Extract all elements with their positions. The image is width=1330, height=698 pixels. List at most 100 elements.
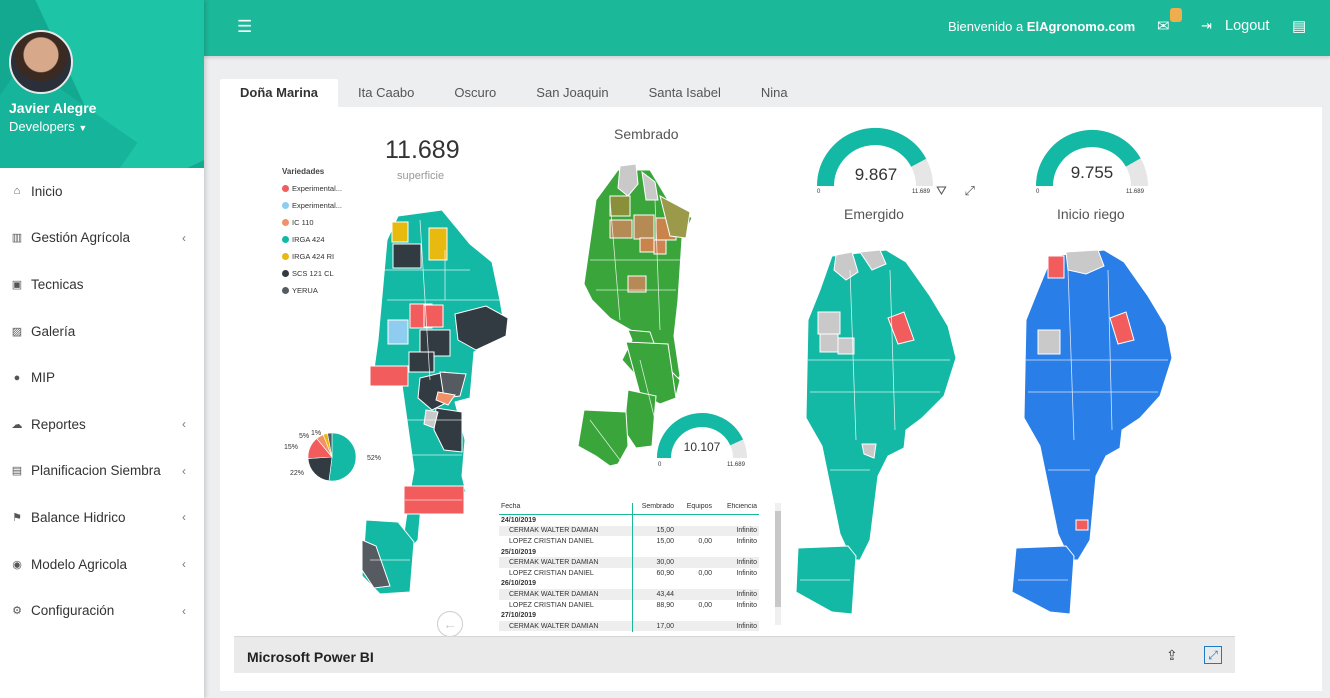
tab-ita-caabo[interactable]: Ita Caabo	[338, 79, 434, 108]
legend-item[interactable]: Experimental...	[282, 197, 342, 214]
tab-do-a-marina[interactable]: Doña Marina	[220, 79, 339, 108]
mail-badge	[1170, 8, 1182, 22]
legend-item[interactable]: IRGA 424	[282, 231, 342, 248]
legend-swatch	[282, 253, 289, 260]
flag-icon: ⚑	[12, 511, 22, 524]
sidebar-item-mip[interactable]: ● MIP	[0, 354, 204, 401]
sowing-table[interactable]: Fecha Sembrado Equipos Eficiencia 24/10/…	[499, 503, 759, 631]
sidebar-item-label: Galería	[31, 323, 76, 339]
legend-label: IC 110	[292, 218, 314, 227]
table-row[interactable]: CERMAK WALTER DAMIAN 30,00 Infinito	[499, 557, 759, 568]
superficie-label: superficie	[397, 170, 445, 182]
map-emergido[interactable]	[795, 249, 957, 615]
equipos-cell: 0,00	[698, 601, 712, 609]
legend-swatch	[282, 236, 289, 243]
equipos-cell: 0,00	[698, 569, 712, 577]
avatar[interactable]	[9, 30, 73, 94]
legend-item[interactable]: YERUA	[282, 282, 342, 299]
sidebar-item-modelo-agricola[interactable]: ◉ Modelo Agricola ‹	[0, 541, 204, 588]
sidebar-item-configuraci-n[interactable]: ⚙ Configuración ‹	[0, 587, 204, 634]
logout-link[interactable]: Logout	[1225, 18, 1269, 34]
legend-label: IRGA 424	[292, 235, 325, 244]
sidebar-item-reportes[interactable]: ☁ Reportes ‹	[0, 401, 204, 448]
varieties-legend: Experimental... Experimental... IC 110 IRGA…	[282, 180, 342, 299]
sembrado-cell: 30,00	[656, 559, 674, 567]
legend-item[interactable]: Experimental...	[282, 180, 342, 197]
tab-nina[interactable]: Nina	[741, 79, 808, 108]
previous-page-icon[interactable]: ←	[437, 611, 463, 637]
operator-name: CERMAK WALTER DAMIAN	[509, 527, 599, 535]
sidebar-item-gesti-n-agr-cola[interactable]: ▥ Gestión Agrícola ‹	[0, 215, 204, 262]
bar-chart-icon: ▥	[11, 232, 23, 245]
sidebar-item-label: Balance Hidrico	[31, 509, 126, 525]
sidebar-item-balance-hidrico[interactable]: ⚑ Balance Hidrico ‹	[0, 494, 204, 541]
operator-name: LOPEZ CRISTIAN DANIEL	[509, 537, 594, 545]
settings-list-icon[interactable]: ▤	[1292, 17, 1306, 35]
map-variedades[interactable]	[361, 209, 509, 595]
eficiencia-cell: Infinito	[736, 590, 757, 598]
varieties-pie[interactable]	[307, 432, 357, 482]
legend-label: Experimental...	[292, 201, 343, 210]
compass-icon: ◉	[12, 558, 22, 571]
table-divider	[632, 503, 633, 632]
sidebar-item-inicio[interactable]: ⌂ Inicio	[0, 168, 204, 215]
pie-slice[interactable]	[328, 432, 357, 482]
top-bar: ☰ Bienvenido a ElAgronomo.com ✉ ⇥ Logout…	[204, 0, 1330, 56]
sign-out-icon[interactable]: ⇥	[1201, 18, 1212, 34]
col-fecha[interactable]: Fecha	[499, 503, 632, 514]
table-row[interactable]: CERMAK WALTER DAMIAN 15,00 Infinito	[499, 525, 759, 537]
map-sembrado[interactable]	[577, 163, 693, 467]
sembrado-cell: 15,00	[656, 527, 674, 535]
legend-item[interactable]: IRGA 424 RI	[282, 248, 342, 265]
envelope-icon[interactable]: ✉	[1157, 17, 1170, 35]
table-group-row[interactable]: 25/10/2019	[499, 547, 759, 558]
share-icon[interactable]: ⇪	[1166, 647, 1178, 664]
sidebar-item-tecnicas[interactable]: ▣ Tecnicas	[0, 261, 204, 308]
table-scrollbar[interactable]	[775, 503, 781, 625]
table-row[interactable]: LOPEZ CRISTIAN DANIEL 15,00 0,00 Infinito	[499, 536, 759, 547]
table-group-row[interactable]: 26/10/2019	[499, 579, 759, 590]
sidebar-item-label: Planificacion Siembra	[31, 463, 161, 479]
emergido-gauge-min: 0	[817, 189, 821, 195]
user-role-dropdown[interactable]: Developers ▼	[9, 119, 87, 134]
table-row[interactable]: CERMAK WALTER DAMIAN 17,00 Infinito	[499, 620, 759, 631]
tab-san-joaquin[interactable]: San Joaquin	[516, 79, 628, 108]
sembrado-cell: 88,90	[656, 601, 674, 609]
table-row[interactable]: CERMAK WALTER DAMIAN 43,44 Infinito	[499, 589, 759, 600]
emergido-gauge-max: 11.689	[912, 189, 930, 195]
sembrado-gauge-max: 11.689	[727, 462, 745, 468]
sidebar-item-label: Configuración	[31, 603, 115, 619]
chevron-left-icon: ‹	[182, 417, 186, 432]
sidebar-item-planificacion-siembra[interactable]: ▤ Planificacion Siembra ‹	[0, 448, 204, 495]
emergido-title: Emergido	[844, 206, 904, 222]
tab-oscuro[interactable]: Oscuro	[434, 79, 516, 108]
fullscreen-icon[interactable]: ⤢	[1204, 646, 1222, 664]
operator-name: LOPEZ CRISTIAN DANIEL	[509, 569, 594, 577]
legend-swatch	[282, 202, 289, 209]
col-eficiencia[interactable]: Eficiencia	[712, 503, 757, 514]
eficiencia-cell: Infinito	[736, 601, 757, 609]
chevron-left-icon: ‹	[182, 510, 186, 525]
legend-item[interactable]: IC 110	[282, 214, 342, 231]
emergido-gauge-value: 9.867	[854, 165, 898, 184]
pie-label-15: 15%	[284, 444, 299, 451]
map-inicio-riego[interactable]	[1011, 249, 1173, 615]
table-group-row[interactable]: 24/10/2019	[499, 515, 759, 526]
hamburger-menu-icon[interactable]: ☰	[237, 17, 252, 37]
legend-item[interactable]: SCS 121 CL	[282, 265, 342, 282]
operator-name: CERMAK WALTER DAMIAN	[509, 622, 599, 630]
table-row[interactable]: LOPEZ CRISTIAN DANIEL 60,90 0,00 Infinito	[499, 568, 759, 579]
col-equipos[interactable]: Equipos	[674, 503, 712, 514]
focus-mode-icon[interactable]: ⤢	[965, 183, 975, 198]
image-icon: ▨	[11, 325, 23, 338]
pie-slice[interactable]	[307, 456, 333, 482]
filter-icon[interactable]: ⛛	[936, 183, 947, 198]
sembrado-cell: 60,90	[656, 569, 674, 577]
operator-name: CERMAK WALTER DAMIAN	[509, 590, 599, 598]
tab-santa-isabel[interactable]: Santa Isabel	[629, 79, 741, 108]
legend-swatch	[282, 287, 289, 294]
sidebar-item-galer-a[interactable]: ▨ Galería	[0, 308, 204, 355]
table-group-row[interactable]: 27/10/2019	[499, 610, 759, 621]
col-sembrado[interactable]: Sembrado	[632, 503, 674, 514]
table-row[interactable]: LOPEZ CRISTIAN DANIEL 88,90 0,00 Infinito	[499, 600, 759, 611]
